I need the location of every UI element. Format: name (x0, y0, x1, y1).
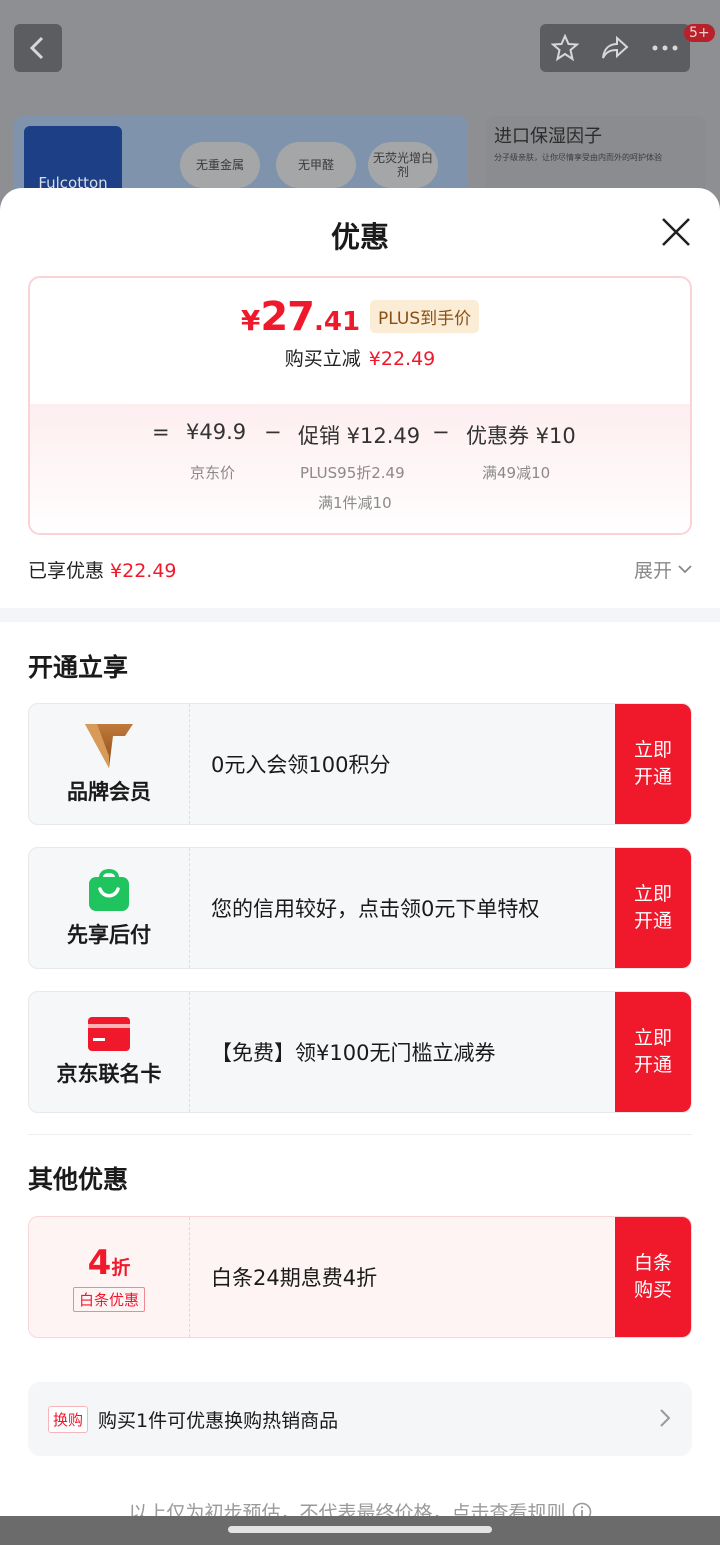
promo-label: 满1件减10 (318, 494, 392, 512)
chevron-down-icon (678, 565, 692, 574)
swap-tag: 换购 (48, 1405, 89, 1433)
offer-description: 0元入会领100积分 (211, 753, 391, 777)
section-title-open: 开通立享 (28, 653, 129, 682)
swap-text: 购买1件可优惠换购热销商品 (98, 1409, 339, 1432)
brand-member-icon (85, 724, 133, 768)
coupon-label: 满49减10 (482, 464, 551, 482)
back-button[interactable] (14, 24, 62, 72)
sheet-title: 优惠 (330, 220, 389, 254)
minus-sign: − (432, 420, 450, 444)
offer-description: 您的信用较好，点击领0元下单特权 (211, 897, 540, 921)
feature-bubble: 无甲醛 (276, 142, 356, 188)
promo-label: PLUS95折2.49 (300, 464, 405, 482)
price-summary: ¥ 27 .41 PLUS到手价 购买立减 ¥22.49 (30, 278, 690, 404)
side-banner-title: 进口保湿因子 (494, 126, 602, 147)
instant-discount-amount: ¥22.49 (368, 348, 436, 370)
expand-label: 展开 (633, 560, 672, 582)
baitiao-discount-unit: 折 (111, 1256, 131, 1279)
baitiao-tag: 白条优惠 (72, 1286, 145, 1312)
plus-price-tag: PLUS到手价 (370, 300, 480, 333)
open-now-label: 立即 开通 (633, 1027, 672, 1076)
minus-sign: − (264, 420, 282, 444)
baitiao-discount-number: 4 (87, 1242, 112, 1283)
more-icon[interactable] (651, 44, 679, 52)
shopping-bag-icon (89, 869, 129, 911)
chevron-right-icon (660, 1409, 670, 1427)
jd-price: ¥49.9 (186, 420, 247, 444)
discount-sheet: 优惠 ¥ 27 .41 PLUS到手价 购买立减 ¥22.49 = ¥49.9 −… (0, 188, 720, 1545)
final-price-integer: 27 (260, 294, 315, 340)
offer-description: 【免费】领¥100无门槛立减券 (211, 1041, 496, 1065)
baitiao-buy-label: 白条 购买 (633, 1252, 672, 1301)
price-breakdown: = ¥49.9 − 促销 ¥12.49 − 优惠券 ¥10 京东价 PLUS95… (30, 404, 690, 533)
section-title-other: 其他优惠 (28, 1165, 129, 1194)
system-nav-bar (0, 1516, 720, 1545)
jd-price-label: 京东价 (190, 464, 236, 482)
baitiao-discount: 4折 (88, 1243, 131, 1283)
open-now-button[interactable]: 立即 开通 (615, 704, 691, 824)
expand-button[interactable]: 展开 (634, 556, 692, 583)
enjoyed-discount: 已享优惠 ¥22.49 (28, 556, 177, 583)
top-actions (540, 24, 690, 72)
home-indicator[interactable] (228, 1526, 492, 1533)
instant-discount-label: 购买立减 (284, 348, 361, 370)
offer-description: 白条24期息费4折 (211, 1266, 378, 1290)
side-banner-subtitle: 分子级亲肤，让你尽情享受由内而外的呵护体验 (494, 153, 662, 162)
offer-cobrand-card[interactable]: 京东联名卡 【免费】领¥100无门槛立减券 立即 开通 (28, 991, 692, 1113)
promo-amount: 促销 ¥12.49 (298, 424, 421, 448)
feature-bubble: 无重金属 (180, 142, 260, 188)
open-now-button[interactable]: 立即 开通 (615, 992, 691, 1112)
offer-pay-later[interactable]: 先享后付 您的信用较好，点击领0元下单特权 立即 开通 (28, 847, 692, 969)
enjoyed-label: 已享优惠 (28, 560, 105, 582)
feature-bubble: 无荧光增白剂 (368, 142, 438, 188)
equals-sign: = (152, 420, 170, 444)
credit-card-icon (88, 1017, 130, 1051)
final-price-decimal: .41 (313, 307, 361, 337)
baitiao-buy-button[interactable]: 白条 购买 (615, 1217, 691, 1337)
offer-baitiao[interactable]: 4折 白条优惠 白条24期息费4折 白条 购买 (28, 1216, 692, 1338)
offer-left-label: 京东联名卡 (56, 1062, 162, 1086)
enjoyed-amount: ¥22.49 (110, 560, 177, 582)
currency-symbol: ¥ (240, 304, 261, 337)
offer-brand-member[interactable]: 品牌会员 0元入会领100积分 立即 开通 (28, 703, 692, 825)
divider (28, 1134, 692, 1135)
offer-left-label: 品牌会员 (67, 780, 151, 804)
star-icon[interactable] (550, 34, 579, 62)
price-card: ¥ 27 .41 PLUS到手价 购买立减 ¥22.49 = ¥49.9 − 促销… (28, 276, 692, 535)
chevron-left-icon (29, 36, 44, 60)
instant-discount: 购买立减 ¥22.49 (30, 344, 690, 371)
swap-purchase-bar[interactable]: 换购 购买1件可优惠换购热销商品 (28, 1382, 692, 1456)
offer-left-label: 先享后付 (67, 923, 151, 947)
coupon-amount: 优惠券 ¥10 (466, 424, 576, 448)
open-now-button[interactable]: 立即 开通 (615, 848, 691, 968)
section-divider (0, 608, 720, 622)
close-icon[interactable] (660, 216, 692, 248)
message-badge: 5+ (684, 24, 715, 42)
open-now-label: 立即 开通 (633, 739, 672, 788)
share-icon[interactable] (600, 34, 630, 62)
open-now-label: 立即 开通 (633, 883, 672, 932)
